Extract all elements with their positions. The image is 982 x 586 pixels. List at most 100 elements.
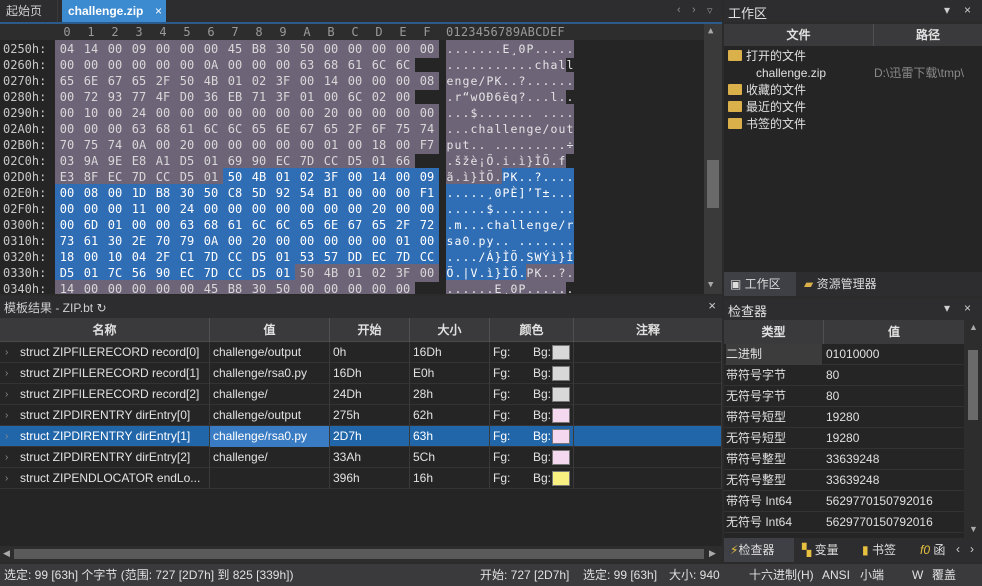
tab-close-icon[interactable]: ×	[155, 0, 162, 22]
ascii-char[interactable]: P	[518, 280, 526, 294]
col-inspector-value[interactable]: 值	[824, 320, 964, 344]
col-size[interactable]: 大小	[410, 318, 490, 342]
ascii-char[interactable]: .	[486, 280, 494, 294]
template-close-icon[interactable]: ×	[708, 298, 716, 313]
ascii-char[interactable]: .	[478, 280, 486, 294]
inspector-value[interactable]: 19280	[826, 428, 859, 449]
bg-color-swatch[interactable]	[552, 471, 570, 486]
inspector-value[interactable]: 80	[826, 365, 839, 386]
hex-byte[interactable]: 00	[295, 280, 319, 294]
tab-menu-icon[interactable]: ▿	[707, 4, 713, 17]
ascii-char[interactable]: .	[566, 280, 574, 294]
ascii-char[interactable]: .	[558, 280, 566, 294]
tab-scroll-left-icon[interactable]: ‹	[956, 542, 960, 556]
ascii-text[interactable]: ...... E ¸ 0 P......	[446, 280, 574, 294]
template-value-cell[interactable]: challenge/output	[210, 342, 330, 363]
col-start[interactable]: 开始	[330, 318, 410, 342]
inspector-row[interactable]: 无符号字节 80	[724, 386, 964, 407]
template-value-cell[interactable]: challenge/rsa0.py	[210, 363, 330, 384]
template-row[interactable]: › struct ZIPENDLOCATOR endLo... 396h 16h Fg:…	[0, 468, 722, 489]
bg-color-swatch[interactable]	[552, 429, 570, 444]
template-row[interactable]: › struct ZIPFILERECORD record[0] challenge…	[0, 342, 722, 363]
inspector-value[interactable]: 80	[826, 386, 839, 407]
template-row[interactable]: › struct ZIPDIRENTRY dirEntry[1] challenge…	[0, 426, 722, 447]
inspector-row[interactable]: 无符号整型 33639248	[724, 470, 964, 491]
tab-functions[interactable]: f0 函	[914, 538, 954, 562]
col-type[interactable]: 类型	[724, 320, 824, 344]
col-color[interactable]: 颜色	[490, 318, 574, 342]
open-file-item[interactable]: challenge.zip	[756, 65, 826, 82]
template-row[interactable]: › struct ZIPDIRENTRY dirEntry[2] challenge…	[0, 447, 722, 468]
template-value-cell[interactable]: challenge/	[210, 384, 330, 405]
status-write-mode[interactable]: 覆盖	[932, 564, 956, 586]
inspector-value[interactable]: 5629770150792016	[826, 512, 933, 533]
refresh-icon[interactable]: ↻	[96, 301, 106, 315]
hex-vertical-scrollbar[interactable]: ▲ ▼	[704, 24, 722, 294]
tab-next-icon[interactable]: ›	[692, 4, 696, 16]
status-endian[interactable]: 小端	[860, 564, 884, 586]
ascii-char[interactable]: .	[526, 280, 534, 294]
template-value-cell[interactable]: challenge/output	[210, 405, 330, 426]
hex-byte[interactable]: B8	[223, 280, 247, 294]
col-path[interactable]: 路径	[874, 24, 982, 46]
template-value-cell[interactable]: challenge/rsa0.py	[210, 426, 330, 447]
workspace-folder[interactable]: 最近的文件	[728, 99, 806, 116]
status-hex-mode[interactable]: 十六进制(H)	[749, 564, 814, 586]
inspector-row[interactable]: 带符号 Int64 5629770150792016	[724, 491, 964, 512]
template-horizontal-scrollbar[interactable]: ◀ ▶	[0, 546, 722, 562]
expand-chevron-icon[interactable]: ›	[5, 468, 8, 489]
tab-challenge-zip[interactable]: challenge.zip ×	[62, 0, 166, 22]
inspector-row[interactable]: 无符号 Int64 5629770150792016	[724, 512, 964, 533]
tab-bookmarks[interactable]: ▮ 书签	[856, 538, 912, 562]
pin-icon[interactable]: ▾	[944, 3, 950, 17]
inspector-value[interactable]: 19280	[826, 407, 859, 428]
ascii-char[interactable]: ¸	[502, 280, 510, 294]
col-file[interactable]: 文件	[724, 24, 874, 46]
bg-color-swatch[interactable]	[552, 450, 570, 465]
hex-editor[interactable]: 0 1 2 3 4 5 6 7 8 9 A B C D E F 0123456789ABCDEF 0250h: 0…	[0, 24, 722, 294]
tab-explorer[interactable]: ▰ 资源管理器	[798, 272, 908, 296]
bg-color-swatch[interactable]	[552, 345, 570, 360]
expand-chevron-icon[interactable]: ›	[5, 342, 8, 363]
ascii-char[interactable]: .	[470, 280, 478, 294]
bg-color-swatch[interactable]	[552, 387, 570, 402]
ascii-char[interactable]: .	[462, 280, 470, 294]
hex-byte[interactable]: 00	[151, 280, 175, 294]
ascii-char[interactable]: E	[494, 280, 502, 294]
scroll-up-icon[interactable]: ▲	[969, 322, 978, 332]
tab-workspace[interactable]: ▣ 工作区	[724, 272, 796, 296]
hex-byte[interactable]: 00	[343, 280, 367, 294]
scroll-thumb[interactable]	[968, 350, 978, 420]
scroll-up-icon[interactable]: ▲	[708, 26, 713, 36]
hex-byte[interactable]: 30	[247, 280, 271, 294]
pin-icon[interactable]: ▾	[944, 301, 950, 315]
col-name[interactable]: 名称	[0, 318, 210, 342]
ascii-char[interactable]: .	[542, 280, 550, 294]
inspector-row[interactable]: 二进制 01010000	[724, 344, 964, 365]
status-charset[interactable]: ANSI	[822, 564, 850, 586]
scroll-right-icon[interactable]: ▶	[709, 548, 716, 559]
expand-chevron-icon[interactable]: ›	[5, 384, 8, 405]
expand-chevron-icon[interactable]: ›	[5, 405, 8, 426]
hex-bytes[interactable]: 14 00 00 00 00 00 45 B8 30 50 00 00 00 00 00	[55, 280, 439, 294]
inspector-value[interactable]: 33639248	[826, 470, 879, 491]
ascii-char[interactable]: .	[534, 280, 542, 294]
workspace-folder[interactable]: 打开的文件	[728, 48, 806, 65]
inspector-value[interactable]: 33639248	[826, 449, 879, 470]
scroll-thumb[interactable]	[14, 549, 704, 559]
expand-chevron-icon[interactable]: ›	[5, 363, 8, 384]
tab-prev-icon[interactable]: ‹	[677, 4, 681, 16]
scroll-left-icon[interactable]: ◀	[3, 548, 10, 559]
bg-color-swatch[interactable]	[552, 366, 570, 381]
template-row[interactable]: › struct ZIPFILERECORD record[2] challenge…	[0, 384, 722, 405]
workspace-close-icon[interactable]: ×	[964, 3, 971, 17]
hex-byte[interactable]: 00	[79, 280, 103, 294]
hex-byte[interactable]: 00	[367, 280, 391, 294]
inspector-row[interactable]: 带符号整型 33639248	[724, 449, 964, 470]
expand-chevron-icon[interactable]: ›	[5, 447, 8, 468]
inspector-close-icon[interactable]: ×	[964, 301, 971, 315]
tab-start-page[interactable]: 起始页	[0, 0, 58, 22]
template-row[interactable]: › struct ZIPDIRENTRY dirEntry[0] challenge…	[0, 405, 722, 426]
template-value-cell[interactable]: challenge/	[210, 447, 330, 468]
inspector-row[interactable]: 带符号短型 19280	[724, 407, 964, 428]
